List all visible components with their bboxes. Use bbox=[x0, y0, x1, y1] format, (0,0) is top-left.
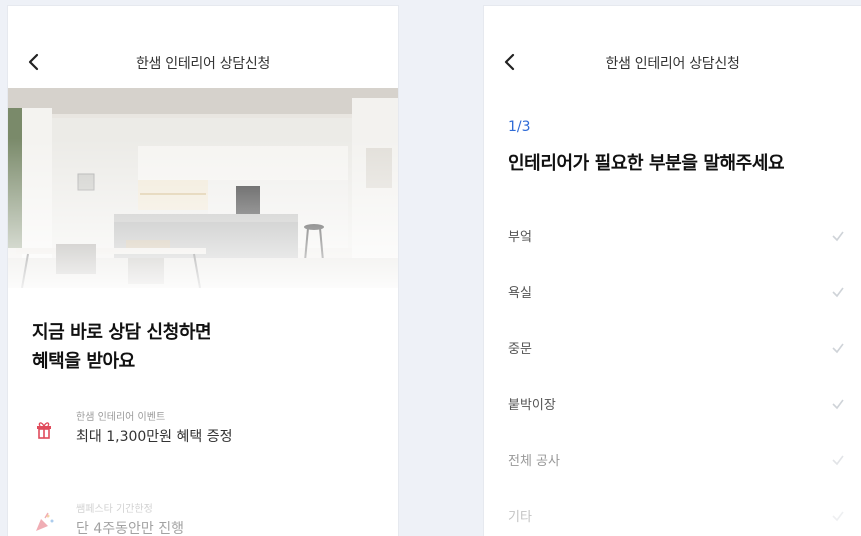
party-popper-icon bbox=[32, 510, 56, 534]
header: 한샘 인테리어 상담신청 bbox=[8, 6, 398, 88]
kitchen-hero-image bbox=[8, 88, 398, 288]
option-bathroom[interactable]: 욕실 bbox=[484, 264, 861, 320]
option-label: 전체 공사 bbox=[508, 454, 560, 469]
check-icon bbox=[831, 340, 845, 354]
header-title: 한샘 인테리어 상담신청 bbox=[135, 56, 271, 72]
promo-headline: 지금 바로 상담 신청하면 혜택을 받아요 bbox=[32, 318, 212, 376]
gift-icon bbox=[32, 418, 56, 442]
landing-screen: 한샘 인테리어 상담신청 지금 바로 상담 신청하면 혜택을 받아요 한샘 인테… bbox=[8, 6, 398, 536]
option-middle-door[interactable]: 중문 bbox=[484, 320, 861, 376]
step-indicator: 1/3 bbox=[508, 119, 531, 135]
check-icon bbox=[831, 284, 845, 298]
option-label: 붙박이장 bbox=[508, 398, 556, 413]
check-icon bbox=[831, 396, 845, 410]
option-built-in-closet[interactable]: 붙박이장 bbox=[484, 376, 861, 432]
option-label: 중문 bbox=[508, 342, 532, 357]
benefit-caption: 쌤페스타 기간한정 bbox=[76, 504, 153, 515]
option-label: 기타 bbox=[508, 510, 532, 525]
check-icon bbox=[831, 452, 845, 466]
check-icon bbox=[831, 228, 845, 242]
benefit-text: 최대 1,300만원 혜택 증정 bbox=[76, 429, 233, 445]
option-label: 욕실 bbox=[508, 286, 532, 301]
header: 한샘 인테리어 상담신청 bbox=[484, 6, 861, 88]
option-full-remodel[interactable]: 전체 공사 bbox=[484, 432, 861, 488]
question-title: 인테리어가 필요한 부분을 말해주세요 bbox=[508, 153, 785, 174]
check-icon bbox=[831, 508, 845, 522]
option-kitchen[interactable]: 부엌 bbox=[484, 208, 861, 264]
header-title: 한샘 인테리어 상담신청 bbox=[605, 56, 740, 72]
option-other[interactable]: 기타 bbox=[484, 488, 861, 536]
headline-line-2: 혜택을 받아요 bbox=[32, 351, 135, 372]
headline-line-1: 지금 바로 상담 신청하면 bbox=[32, 322, 212, 343]
benefit-text: 단 4주동안만 진행 bbox=[76, 521, 184, 536]
consultation-step-screen: 한샘 인테리어 상담신청 1/3 인테리어가 필요한 부분을 말해주세요 부엌 … bbox=[484, 6, 861, 536]
option-label: 부엌 bbox=[508, 230, 532, 245]
benefit-caption: 한샘 인테리어 이벤트 bbox=[76, 412, 166, 423]
